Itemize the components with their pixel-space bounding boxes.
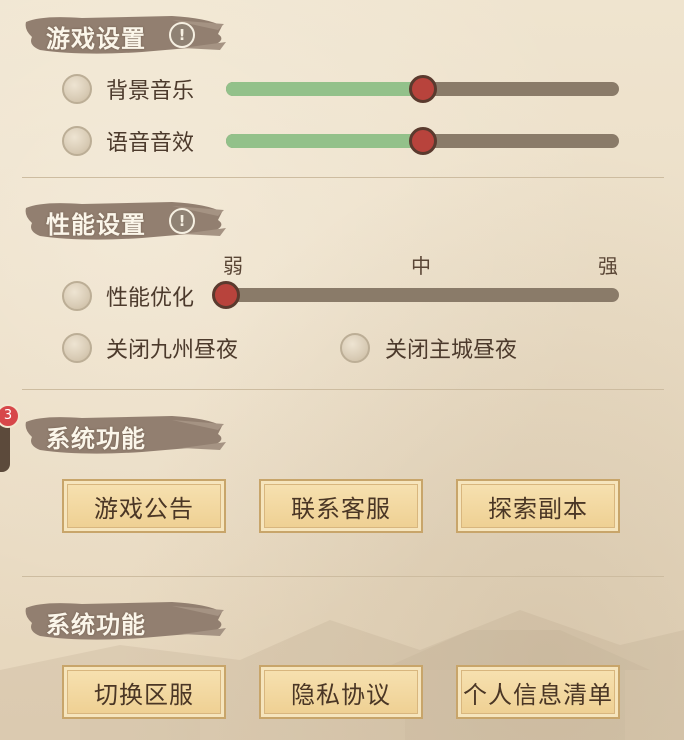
bgm-volume-slider[interactable] xyxy=(226,75,619,103)
section-divider xyxy=(22,389,664,390)
tick-high: 强 xyxy=(598,254,618,278)
section-header-game: 游戏设置 ! xyxy=(22,12,227,58)
section-header-performance: 性能设置 ! xyxy=(22,198,227,244)
privacy-policy-button[interactable]: 隐私协议 xyxy=(259,665,423,719)
section-divider xyxy=(22,576,664,577)
notification-badge: 3 xyxy=(0,404,20,428)
section-title: 游戏设置 xyxy=(46,25,146,53)
slider-knob[interactable] xyxy=(212,281,240,309)
game-announcement-button[interactable]: 游戏公告 xyxy=(62,479,226,533)
slider-fill xyxy=(226,134,423,148)
contact-support-button[interactable]: 联系客服 xyxy=(259,479,423,533)
section-header-system-2: 系统功能 xyxy=(22,598,227,644)
info-icon[interactable]: ! xyxy=(169,208,195,234)
tick-low: 弱 xyxy=(223,254,243,278)
sfx-label: 语音音效 xyxy=(106,131,195,156)
slider-fill xyxy=(226,82,423,96)
slider-knob[interactable] xyxy=(408,75,437,103)
perf-optimize-label: 性能优化 xyxy=(106,286,195,311)
section-header-system-1: 系统功能 xyxy=(22,412,227,458)
maincity-day-night-radio[interactable] xyxy=(340,333,370,363)
jiuzhou-day-night-radio[interactable] xyxy=(62,333,92,363)
perf-optimize-radio[interactable] xyxy=(62,281,92,311)
sfx-volume-slider[interactable] xyxy=(226,127,619,155)
section-title: 性能设置 xyxy=(46,211,146,239)
sfx-radio[interactable] xyxy=(62,126,92,156)
slider-knob[interactable] xyxy=(408,127,437,155)
tick-mid: 中 xyxy=(411,254,431,278)
section-title: 系统功能 xyxy=(46,611,146,639)
maincity-day-night-label: 关闭主城昼夜 xyxy=(385,338,518,363)
personal-info-list-button[interactable]: 个人信息清单 xyxy=(456,665,620,719)
performance-slider[interactable] xyxy=(212,281,619,309)
bgm-radio[interactable] xyxy=(62,74,92,104)
jiuzhou-day-night-label: 关闭九州昼夜 xyxy=(106,338,239,363)
section-divider xyxy=(22,177,664,178)
switch-server-button[interactable]: 切换区服 xyxy=(62,665,226,719)
bgm-label: 背景音乐 xyxy=(106,79,195,104)
section-title: 系统功能 xyxy=(46,425,146,453)
info-icon[interactable]: ! xyxy=(169,22,195,48)
explore-dungeon-button[interactable]: 探索副本 xyxy=(456,479,620,533)
